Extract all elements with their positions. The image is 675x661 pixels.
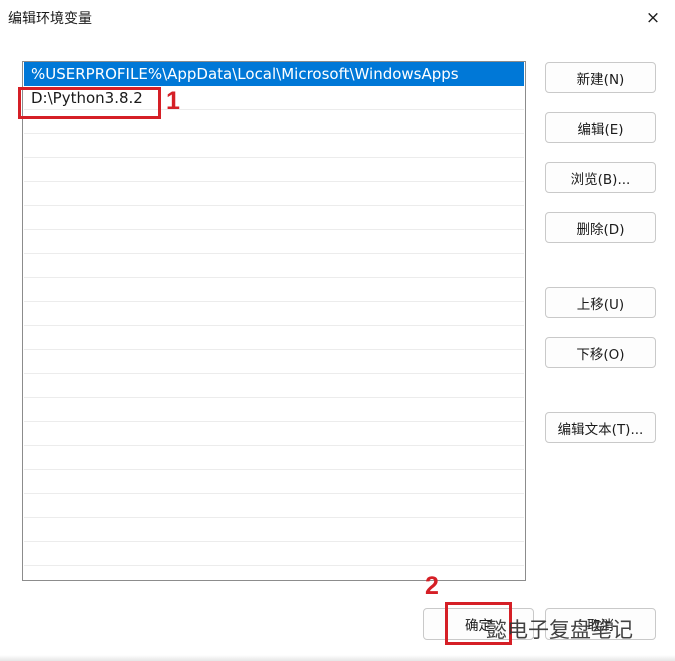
- path-list-empty-row[interactable]: [24, 302, 524, 326]
- path-item-text: %USERPROFILE%\AppData\Local\Microsoft\Wi…: [31, 65, 459, 83]
- path-list[interactable]: %USERPROFILE%\AppData\Local\Microsoft\Wi…: [22, 61, 526, 581]
- path-list-empty-row[interactable]: [24, 446, 524, 470]
- path-list-empty-row[interactable]: [24, 278, 524, 302]
- edit-button[interactable]: 编辑(E): [545, 112, 656, 143]
- path-list-empty-row[interactable]: [24, 398, 524, 422]
- annotation-label-1: 1: [166, 87, 180, 115]
- path-list-empty-row[interactable]: [24, 518, 524, 542]
- path-list-empty-row[interactable]: [24, 542, 524, 566]
- titlebar: 编辑环境变量 ×: [0, 0, 675, 36]
- path-list-empty-row[interactable]: [24, 494, 524, 518]
- bottom-edge: [0, 655, 675, 661]
- path-list-empty-row[interactable]: [24, 422, 524, 446]
- path-list-empty-row[interactable]: [24, 254, 524, 278]
- watermark-text: 电子复盘笔记: [507, 618, 633, 642]
- edit-env-variable-dialog: 编辑环境变量 × %USERPROFILE%\AppData\Local\Mic…: [0, 0, 675, 661]
- watermark-prefix: 懿: [486, 618, 507, 642]
- browse-button[interactable]: 浏览(B)...: [545, 162, 656, 193]
- watermark: 懿电子复盘笔记: [486, 614, 633, 644]
- edit-text-button[interactable]: 编辑文本(T)...: [545, 412, 656, 443]
- close-icon: ×: [645, 8, 661, 28]
- dialog-title: 编辑环境变量: [8, 11, 92, 27]
- path-list-item[interactable]: %USERPROFILE%\AppData\Local\Microsoft\Wi…: [24, 62, 524, 86]
- move-up-button[interactable]: 上移(U): [545, 287, 656, 318]
- path-list-empty-row[interactable]: [24, 470, 524, 494]
- path-list-empty-row[interactable]: [24, 182, 524, 206]
- new-button[interactable]: 新建(N): [545, 62, 656, 93]
- annotation-box-1: [18, 87, 161, 119]
- move-down-button[interactable]: 下移(O): [545, 337, 656, 368]
- annotation-label-2: 2: [425, 572, 439, 600]
- close-button[interactable]: ×: [636, 4, 670, 32]
- path-list-empty-row[interactable]: [24, 158, 524, 182]
- path-list-empty-row[interactable]: [24, 326, 524, 350]
- path-list-empty-row[interactable]: [24, 374, 524, 398]
- delete-button[interactable]: 删除(D): [545, 212, 656, 243]
- path-list-empty-row[interactable]: [24, 230, 524, 254]
- path-list-empty-row[interactable]: [24, 134, 524, 158]
- path-list-empty-row[interactable]: [24, 350, 524, 374]
- path-list-empty-row[interactable]: [24, 206, 524, 230]
